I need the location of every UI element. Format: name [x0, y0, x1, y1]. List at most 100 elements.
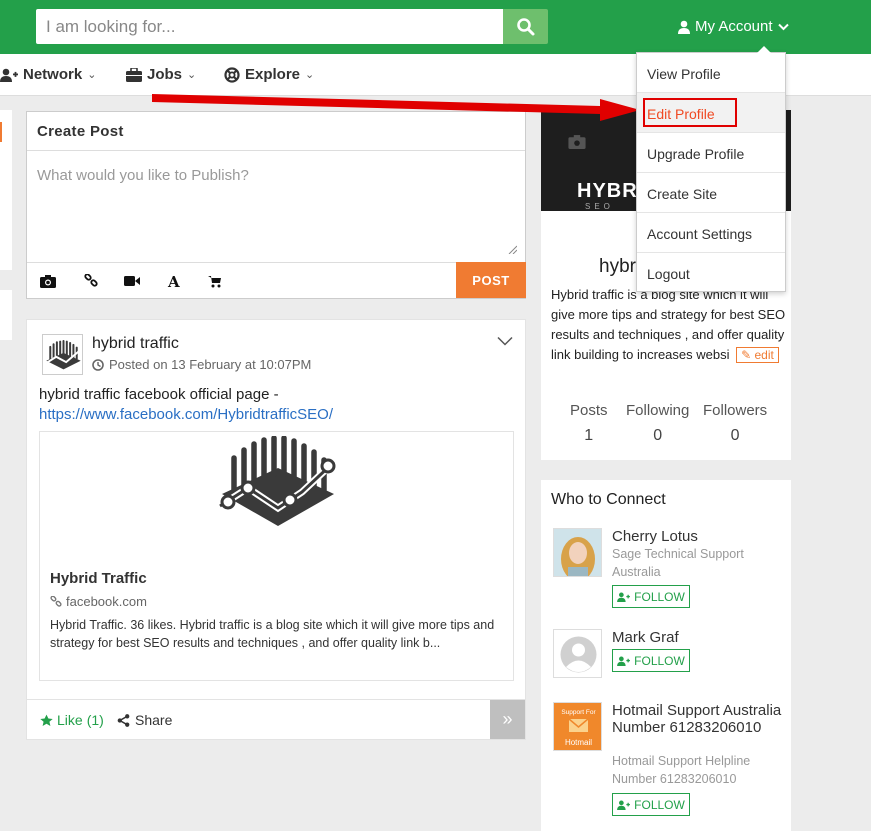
post-toolbar: A POST	[27, 262, 526, 298]
link-card-title: Hybrid Traffic	[50, 570, 147, 587]
life-ring-icon	[224, 66, 240, 83]
menu-item-create-site[interactable]: Create Site	[637, 173, 785, 213]
post-button[interactable]: POST	[456, 262, 526, 298]
suggestion-item: Cherry Lotus Sage Technical Support Aust…	[553, 528, 789, 618]
feed-post-card: hybrid traffic Posted on 13 February at …	[26, 319, 526, 740]
profile-bio: Hybrid traffic is a blog site which it w…	[551, 285, 786, 365]
suggestion-item: Mark Graf FOLLOW	[553, 629, 789, 689]
follow-button[interactable]: FOLLOW	[612, 585, 690, 608]
double-chevron-right-icon: »	[502, 709, 513, 729]
link-preview-card[interactable]: Hybrid Traffic facebook.com Hybrid Traff…	[39, 431, 514, 681]
follow-label: FOLLOW	[634, 653, 685, 668]
add-user-icon	[617, 800, 631, 810]
nav-jobs[interactable]: Jobs ⌄	[126, 66, 196, 83]
create-post-panel: Create Post What would you like to Publi…	[26, 111, 526, 299]
user-icon	[678, 20, 690, 34]
account-dropdown-menu: View Profile Edit Profile Upgrade Profil…	[636, 46, 786, 293]
camera-icon[interactable]	[568, 134, 586, 149]
cover-logo-text: HYBRI	[577, 180, 645, 202]
suggestion-item: Support For Hotmail Hotmail Support Aust…	[553, 702, 789, 822]
stat-posts[interactable]: Posts 1	[570, 402, 608, 445]
cover-logo-subtext: SEO	[585, 202, 614, 211]
post-text: hybrid traffic facebook official page -	[39, 386, 279, 403]
profile-name[interactable]: hybr	[599, 256, 636, 278]
svg-text:A: A	[167, 274, 180, 288]
shopping-cart-icon[interactable]	[207, 273, 223, 289]
who-to-connect-panel: Who to Connect Cherry Lotus Sage Technic…	[541, 480, 791, 831]
menu-item-logout[interactable]: Logout	[637, 253, 785, 293]
post-date-text: Posted on 13 February at 10:07PM	[109, 357, 312, 372]
annotation-highlight-box	[643, 98, 737, 127]
search-button[interactable]	[503, 9, 548, 44]
more-button[interactable]: »	[490, 700, 525, 739]
annotation-arrow	[152, 94, 640, 121]
avatar[interactable]	[553, 528, 602, 577]
my-account-label: My Account	[695, 18, 773, 35]
stat-label: Followers	[703, 402, 768, 419]
follow-button[interactable]: FOLLOW	[612, 793, 690, 816]
avatar-text-top: Support For	[561, 709, 596, 716]
edit-bio-label: edit	[754, 348, 774, 362]
share-button[interactable]: Share	[117, 712, 172, 728]
stat-value: 0	[653, 427, 663, 444]
post-link[interactable]: https://www.facebook.com/HybridtrafficSE…	[39, 406, 333, 423]
follow-button[interactable]: FOLLOW	[612, 649, 690, 672]
nav-explore-label: Explore	[245, 66, 301, 83]
stat-label: Following	[626, 402, 690, 419]
like-count: (1)	[86, 712, 104, 728]
camera-icon[interactable]	[40, 273, 56, 289]
stat-following[interactable]: Following 0	[626, 402, 689, 445]
suggestion-name[interactable]: Mark Graf	[612, 629, 782, 646]
share-label: Share	[135, 712, 173, 728]
avatar[interactable]	[553, 629, 602, 678]
resize-handle-icon[interactable]	[508, 245, 517, 254]
my-account-menu-toggle[interactable]: My Account	[678, 18, 789, 35]
chevron-down-icon[interactable]	[497, 336, 513, 346]
who-to-connect-title: Who to Connect	[551, 491, 666, 508]
search-input[interactable]	[36, 9, 503, 44]
stat-value: 0	[730, 427, 740, 444]
like-button[interactable]: Like (1)	[40, 712, 104, 728]
author-avatar[interactable]	[42, 334, 83, 375]
chevron-down-icon: ⌄	[305, 69, 315, 81]
chevron-down-icon	[777, 23, 789, 30]
suggestion-name[interactable]: Hotmail Support Australia Number 6128320…	[612, 702, 782, 736]
video-camera-icon[interactable]	[124, 273, 140, 289]
like-label: Like	[57, 712, 83, 728]
add-user-icon	[617, 656, 631, 666]
post-author-name[interactable]: hybrid traffic	[92, 335, 179, 353]
nav-jobs-label: Jobs	[147, 66, 183, 83]
suggestion-subtitle: Sage Technical Support Australia	[612, 547, 744, 579]
link-card-description: Hybrid Traffic. 36 likes. Hybrid traffic…	[50, 618, 495, 650]
link-card-source-text: facebook.com	[66, 594, 147, 609]
default-user-icon	[554, 630, 601, 677]
post-date: Posted on 13 February at 10:07PM	[92, 357, 311, 372]
nav-network-label: Network	[23, 66, 83, 83]
left-sidebar-accent	[0, 122, 2, 142]
suggestion-name[interactable]: Cherry Lotus	[612, 528, 782, 545]
nav-network[interactable]: Network ⌄	[0, 66, 96, 83]
avatar[interactable]: Support For Hotmail	[553, 702, 602, 751]
share-icon	[117, 713, 130, 727]
link-card-source: facebook.com	[50, 594, 147, 609]
stat-label: Posts	[570, 402, 608, 419]
menu-item-account-settings[interactable]: Account Settings	[637, 213, 785, 253]
menu-item-upgrade-profile[interactable]: Upgrade Profile	[637, 133, 785, 173]
star-icon	[40, 714, 53, 726]
link-icon	[50, 595, 62, 607]
nav-explore[interactable]: Explore ⌄	[224, 66, 314, 83]
edit-bio-button[interactable]: ✎ edit	[736, 347, 779, 363]
post-actions-bar: Like (1) Share »	[27, 699, 525, 739]
avatar-text-bottom: Hotmail	[565, 738, 592, 747]
stat-value: 1	[584, 427, 594, 444]
add-user-icon	[0, 68, 18, 82]
hybrid-traffic-logo-icon	[45, 339, 81, 370]
briefcase-icon	[126, 67, 142, 82]
post-textarea-placeholder: What would you like to Publish?	[37, 167, 249, 184]
chevron-down-icon: ⌄	[187, 69, 197, 81]
font-icon[interactable]: A	[166, 273, 182, 289]
post-textarea[interactable]: What would you like to Publish?	[27, 151, 525, 262]
menu-item-view-profile[interactable]: View Profile	[637, 53, 785, 93]
link-icon[interactable]	[83, 273, 99, 289]
stat-followers[interactable]: Followers 0	[703, 402, 767, 445]
